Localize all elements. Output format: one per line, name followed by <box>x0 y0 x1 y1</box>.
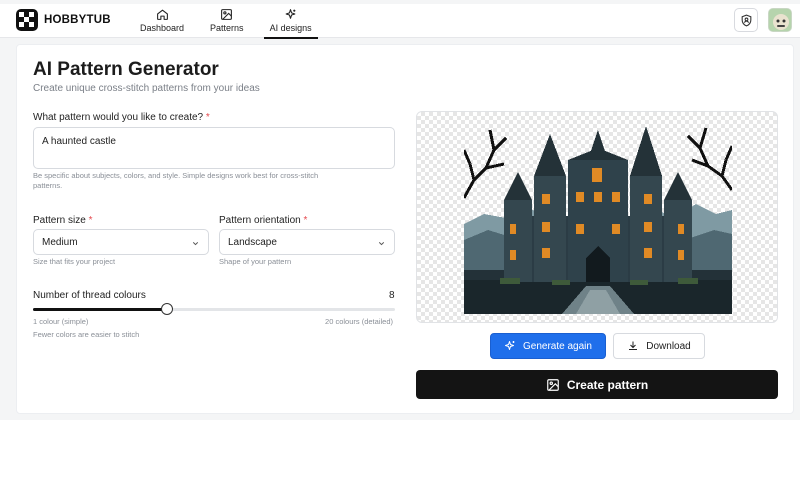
orientation-select-value: Landscape <box>228 237 277 248</box>
required-mark: * <box>88 215 93 226</box>
colours-value: 8 <box>389 290 395 301</box>
generator-card: AI Pattern Generator Create unique cross… <box>16 44 794 414</box>
chevron-down-icon <box>192 242 199 246</box>
logo-text: HOBBYTUB <box>44 14 111 26</box>
orientation-label-text: Pattern orientation <box>219 215 301 226</box>
prompt-input-value: A haunted castle <box>42 136 116 147</box>
logo[interactable]: HOBBYTUB <box>16 9 111 31</box>
page-title: AI Pattern Generator <box>33 59 219 80</box>
nav-item-dashboard[interactable]: Dashboard <box>134 4 190 38</box>
colours-slider-fill <box>33 308 167 311</box>
nav-item-label: Dashboard <box>140 23 185 33</box>
chevron-down-icon <box>378 242 385 246</box>
colours-max-label: 20 colours (detailed) <box>325 317 393 326</box>
size-label-text: Pattern size <box>33 215 86 226</box>
download-button[interactable]: Download <box>613 333 705 359</box>
colours-slider[interactable] <box>33 303 395 315</box>
required-mark: * <box>303 215 308 226</box>
avatar-icon <box>769 9 791 31</box>
sparkles-icon <box>285 9 296 19</box>
nav-item-patterns[interactable]: Patterns <box>204 4 250 38</box>
prompt-hint-line: patterns. <box>33 181 63 190</box>
page-subtitle: Create unique cross-stitch patterns from… <box>33 83 260 94</box>
colours-label: Number of thread colours <box>33 290 146 301</box>
required-mark: * <box>205 112 210 123</box>
orientation-hint: Shape of your pattern <box>219 257 292 266</box>
home-icon <box>156 9 168 20</box>
shield-icon <box>741 14 751 27</box>
download-icon <box>627 340 639 352</box>
colours-slider-thumb[interactable] <box>160 303 173 315</box>
download-label: Download <box>646 340 691 352</box>
create-pattern-button[interactable]: Create pattern <box>416 370 778 399</box>
prompt-input[interactable]: A haunted castle <box>33 127 395 169</box>
pattern-preview <box>416 111 778 323</box>
orientation-select[interactable]: Landscape <box>219 229 395 255</box>
haunted-castle-image <box>464 126 732 314</box>
top-navigation-bar: HOBBYTUB Dashboard Patterns AI designs <box>0 4 800 39</box>
size-select[interactable]: Medium <box>33 229 209 255</box>
logo-icon <box>16 9 38 31</box>
nav-item-label: AI designs <box>269 23 312 33</box>
app-window: HOBBYTUB Dashboard Patterns AI designs A… <box>0 0 800 480</box>
prompt-label-text: What pattern would you like to create? <box>33 112 204 123</box>
sparkles-icon <box>504 340 516 352</box>
create-pattern-label: Create pattern <box>566 377 649 392</box>
colours-hint: Fewer colors are easier to stitch <box>33 330 140 339</box>
colours-min-label: 1 colour (simple) <box>33 317 89 326</box>
main-nav: Dashboard Patterns AI designs <box>134 4 332 39</box>
security-button[interactable] <box>734 8 758 32</box>
avatar[interactable] <box>768 8 792 32</box>
generate-again-label: Generate again <box>523 340 592 352</box>
image-icon <box>221 9 233 20</box>
nav-item-label: Patterns <box>210 23 244 33</box>
prompt-hint: Be specific about subjects, colors, and … <box>33 171 403 191</box>
generate-again-button[interactable]: Generate again <box>490 333 606 359</box>
orientation-label: Pattern orientation * <box>219 215 307 226</box>
size-select-value: Medium <box>42 237 78 248</box>
top-right-actions <box>734 8 792 32</box>
prompt-label: What pattern would you like to create? * <box>33 112 210 123</box>
image-icon <box>546 378 560 392</box>
size-label: Pattern size * <box>33 215 93 226</box>
prompt-hint-line: Be specific about subjects, colors, and … <box>33 171 319 180</box>
nav-item-ai-designs[interactable]: AI designs <box>263 4 318 39</box>
size-hint: Size that fits your project <box>33 257 116 266</box>
